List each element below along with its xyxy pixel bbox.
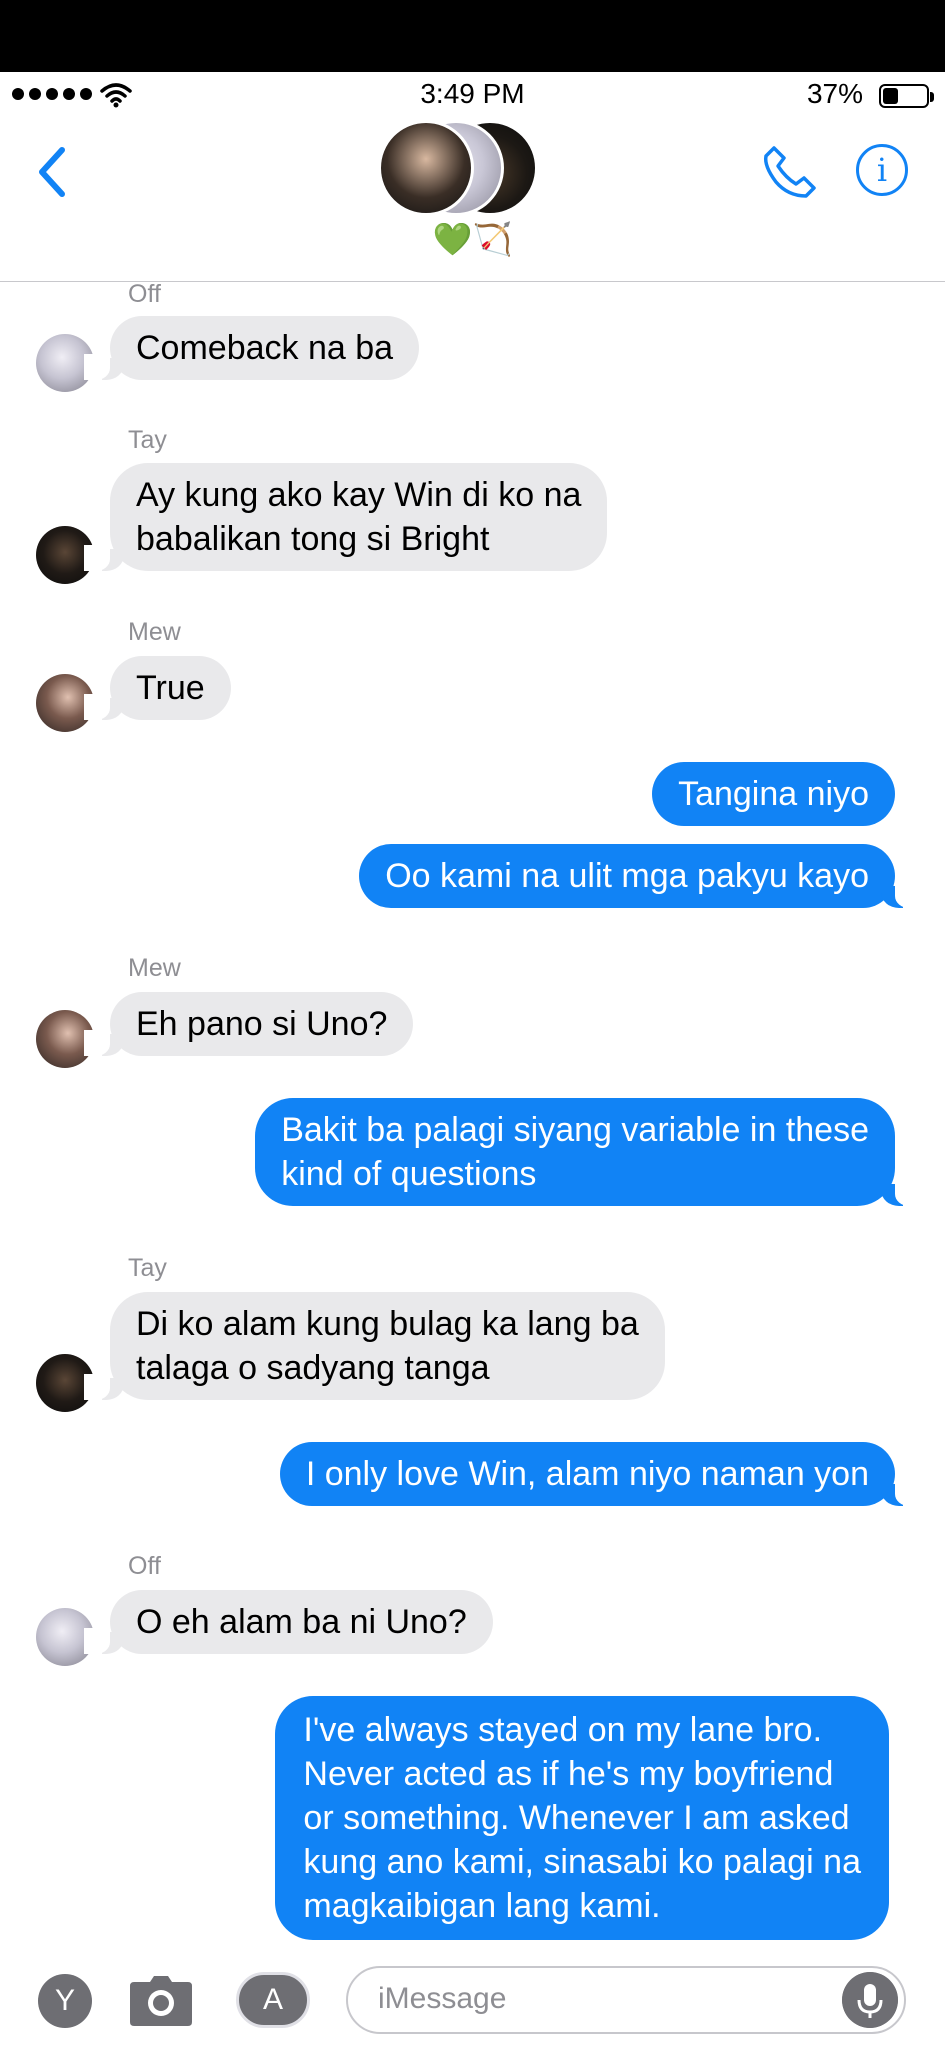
message-list[interactable]: Off Comeback na ba Tay Ay kung ako kay W… [0, 282, 945, 1950]
sender-name: Off [128, 282, 161, 308]
incoming-message[interactable]: Eh pano si Uno? [83, 992, 414, 1056]
app-drawer-button[interactable]: Y [38, 1974, 92, 2028]
sender-name: Tay [128, 426, 167, 454]
incoming-message[interactable]: O eh alam ba ni Uno? [84, 1590, 493, 1654]
battery-icon [879, 84, 934, 108]
incoming-message[interactable]: Ay kung ako kay Win di ko na babalikan to… [83, 463, 608, 571]
app-store-icon[interactable]: A [236, 1972, 310, 2028]
info-icon[interactable]: i [856, 144, 908, 196]
incoming-message[interactable]: True [84, 656, 231, 720]
back-chevron-icon[interactable] [30, 142, 80, 202]
incoming-message[interactable]: Di ko alam kung bulag ka lang ba talaga o… [84, 1292, 665, 1400]
sender-name: Mew [128, 954, 181, 982]
outgoing-message[interactable]: I only love Win, alam niyo naman yon [279, 1442, 922, 1506]
message-input-placeholder: iMessage [378, 1982, 507, 2015]
group-avatars[interactable] [378, 120, 570, 220]
phone-icon[interactable] [760, 142, 820, 202]
compose-bar: Y A iMessage [0, 1950, 945, 2048]
group-name[interactable]: 💚🏹 [0, 220, 945, 258]
outgoing-message[interactable]: I've always stayed on my lane bro. Never… [275, 1696, 889, 1940]
sender-name: Mew [128, 618, 181, 646]
microphone-icon[interactable] [842, 1972, 898, 2028]
sender-name: Off [128, 1552, 161, 1580]
outgoing-message[interactable]: Tangina niyo [652, 762, 895, 826]
outgoing-message[interactable]: Oo kami na ulit mga pakyu kayo [359, 844, 921, 908]
group-avatar-3 [378, 120, 474, 216]
camera-icon[interactable] [130, 1974, 192, 2026]
status-time: 3:49 PM [420, 78, 525, 109]
status-bar: 3:49 PM 37% [0, 72, 945, 120]
conversation-header: 💚🏹 i [0, 120, 945, 282]
outgoing-message[interactable]: Bakit ba palagi siyang variable in these… [255, 1098, 921, 1206]
incoming-message[interactable]: Comeback na ba [83, 316, 420, 380]
sender-name: Tay [128, 1254, 167, 1282]
message-input[interactable]: iMessage [346, 1966, 906, 2034]
top-black-band [0, 0, 945, 72]
battery-percent: 37% [806, 78, 863, 109]
